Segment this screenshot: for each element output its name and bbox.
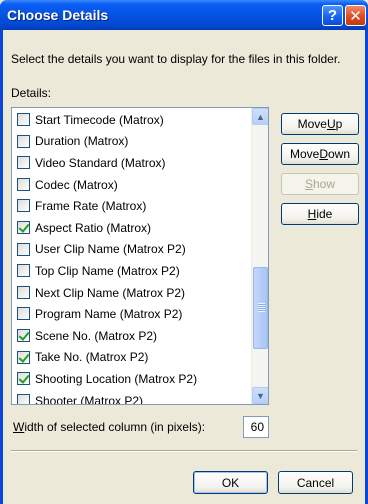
list-item[interactable]: Take No. (Matrox P2) [12,347,252,369]
button-label: p [335,117,343,131]
detail-checkbox[interactable] [17,113,30,126]
close-button[interactable]: ✕ [345,5,366,26]
list-item[interactable]: Next Clip Name (Matrox P2) [12,282,252,304]
list-item[interactable]: Program Name (Matrox P2) [12,303,252,325]
detail-checkbox[interactable] [17,199,30,213]
chevron-down-icon: ▼ [256,390,265,401]
title-bar[interactable]: Choose Details ? ✕ [0,0,368,30]
separator [11,450,357,452]
chevron-up-icon: ▲ [256,111,265,122]
choose-details-dialog: Choose Details ? ✕ Select the details yo… [0,0,368,504]
move-up-button[interactable]: Move Up [281,113,359,135]
hide-button[interactable]: Hide [281,203,359,225]
scroll-up-button[interactable]: ▲ [252,108,268,125]
move-down-button[interactable]: Move Down [281,143,359,165]
ok-button[interactable]: OK [193,471,268,494]
accelerator-key: H [307,207,317,221]
detail-checkbox[interactable] [17,242,30,256]
list-item[interactable]: Frame Rate (Matrox) [12,195,252,217]
accelerator-key: S [304,177,313,191]
detail-label: Duration (Matrox) [35,134,129,149]
detail-checkbox[interactable] [17,156,30,170]
detail-checkbox[interactable] [17,393,30,404]
instructions-text: Select the details you want to display f… [11,52,341,66]
accelerator-key: W [13,420,25,434]
list-item[interactable]: Video Standard (Matrox) [12,152,252,174]
accelerator-key: U [326,117,336,131]
question-mark-icon: ? [327,7,338,24]
show-button[interactable]: Show [281,173,359,195]
detail-label: Frame Rate (Matrox) [35,199,147,214]
close-icon: ✕ [349,7,362,25]
detail-label: Next Clip Name (Matrox P2) [35,285,186,300]
detail-checkbox[interactable] [17,134,30,148]
detail-label: Scene No. (Matrox P2) [35,328,158,343]
detail-label: Start Timecode (Matrox) [35,112,164,127]
detail-checkbox[interactable] [17,177,30,191]
cancel-button[interactable]: Cancel [278,471,353,494]
detail-checkbox[interactable] [17,350,30,364]
detail-label: Shooting Location (Matrox P2) [35,371,198,386]
help-button[interactable]: ? [322,5,343,26]
list-item[interactable]: User Clip Name (Matrox P2) [12,239,252,261]
button-label: Move [297,117,327,131]
detail-checkbox[interactable] [17,372,30,386]
detail-label: Codec (Matrox) [35,177,118,192]
details-list-rows: Start Timecode (Matrox) Duration (Matrox)… [12,109,252,405]
button-label: ide [316,207,333,221]
scroll-down-button[interactable]: ▼ [252,387,268,404]
detail-checkbox[interactable] [17,264,30,278]
detail-label: Video Standard (Matrox) [35,155,166,170]
button-label: own [328,147,351,161]
detail-checkbox[interactable] [17,307,30,321]
scrollbar-thumb[interactable] [253,267,268,349]
detail-label: Shooter (Matrox P2) [35,393,144,405]
detail-label: Program Name (Matrox P2) [35,307,183,322]
details-label: Details: [11,86,52,100]
list-item[interactable]: Scene No. (Matrox P2) [12,325,252,347]
dialog-body: Select the details you want to display f… [3,30,365,504]
label-text: idth of selected column (in pixels): [24,420,206,434]
detail-checkbox[interactable] [17,285,30,299]
accelerator-key: D [319,147,328,161]
window-title: Choose Details [7,7,109,23]
list-item[interactable]: Shooting Location (Matrox P2) [12,368,252,390]
vertical-scrollbar[interactable]: ▲ ▼ [251,108,268,404]
detail-label: Top Clip Name (Matrox P2) [35,263,180,278]
detail-label: Aspect Ratio (Matrox) [35,220,152,235]
detail-label: User Clip Name (Matrox P2) [35,242,186,257]
detail-checkbox[interactable] [17,220,30,234]
list-item[interactable]: Aspect Ratio (Matrox) [12,217,252,239]
detail-checkbox[interactable] [17,328,30,342]
details-list[interactable]: Start Timecode (Matrox) Duration (Matrox)… [11,107,269,405]
detail-label: Take No. (Matrox P2) [35,350,149,365]
list-item[interactable]: Top Clip Name (Matrox P2) [12,260,252,282]
list-item[interactable]: Start Timecode (Matrox) [12,109,252,131]
list-item[interactable]: Duration (Matrox) [12,131,252,153]
button-label: Move [289,147,320,161]
list-item[interactable]: Shooter (Matrox P2) [12,390,252,405]
column-width-label: Width of selected column (in pixels): [13,420,205,434]
column-width-input[interactable]: 60 [243,416,269,438]
grip-icon [258,303,265,312]
list-item[interactable]: Codec (Matrox) [12,174,252,196]
button-label: how [313,177,336,191]
